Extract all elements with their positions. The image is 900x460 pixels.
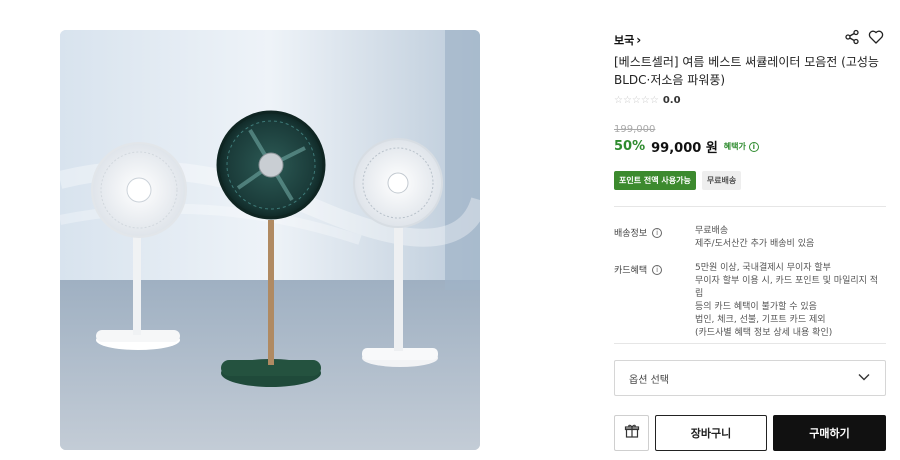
chevron-down-icon [857,370,871,387]
heart-icon[interactable] [868,29,886,47]
card-line: (카드사별 혜택 정보 상세 내용 확인) [695,328,833,338]
info-icon: i [652,264,663,275]
gift-button[interactable] [614,415,649,451]
benefit-price-link[interactable]: 혜택가 i [724,141,759,152]
fan-product-photo [60,30,480,450]
card-benefit-details: 5만원 이상, 국내결제시 무이자 할부 무이자 할부 이용 시, 카드 포인트… [695,262,885,340]
divider [614,343,886,344]
card-line: 무이자 할부 이용 시, 카드 포인트 및 마일리지 적립 [695,276,879,299]
product-image [60,30,480,450]
brand-link[interactable]: 보국 › [614,32,641,48]
divider [614,206,886,207]
option-select[interactable]: 옵션 선택 [614,360,886,396]
brand-name: 보국 [614,34,635,47]
shipping-details: 무료배송 제주/도서산간 추가 배송비 있음 [695,225,885,251]
card-line: 5만원 이상, 국내결제시 무이자 할부 [695,263,831,273]
price-row: 50% 99,000 원 혜택가 i [614,137,759,156]
chevron-right-icon: › [636,33,642,47]
shipping-info-label[interactable]: 배송정보 i [614,226,663,239]
product-title: [베스트셀러] 여름 베스트 써큘레이터 모음전 (고성능 BLDC·저소음 파… [614,55,879,87]
discount-rate: 50% [614,139,646,154]
rating-row[interactable]: ☆☆☆☆☆ 0.0 [614,95,681,106]
add-to-cart-button[interactable]: 장바구니 [655,415,767,451]
benefit-label: 혜택가 [723,142,746,151]
card-benefit-label[interactable]: 카드혜택 i [614,263,663,276]
info-icon: i [748,141,759,152]
buy-now-button[interactable]: 구매하기 [773,415,886,451]
shipping-label-text: 배송정보 [614,229,648,239]
info-icon: i [652,227,663,238]
card-label-text: 카드혜택 [614,266,648,276]
points-badge: 포인트 전액 사용가능 [614,171,696,190]
rating-stars: ☆☆☆☆☆ [614,95,659,106]
original-price: 199,000 [614,124,656,135]
gift-icon [624,423,640,443]
option-select-placeholder: 옵션 선택 [629,374,669,386]
card-line: 등의 카드 혜택이 불가할 수 있음 [695,302,817,312]
share-icon[interactable] [844,29,862,47]
badge-list: 포인트 전액 사용가능 무료배송 [614,171,742,190]
card-line: 법인, 체크, 선불, 기프트 카드 제외 [695,315,826,325]
rating-value: 0.0 [662,95,681,106]
free-shipping-badge: 무료배송 [701,171,742,190]
shipping-line: 제주/도서산간 추가 배송비 있음 [695,239,815,249]
shipping-line: 무료배송 [695,226,729,236]
brand-row: 보국 › [614,29,886,47]
action-buttons: 장바구니 구매하기 [614,415,886,451]
sale-price: 99,000 원 [651,141,718,156]
